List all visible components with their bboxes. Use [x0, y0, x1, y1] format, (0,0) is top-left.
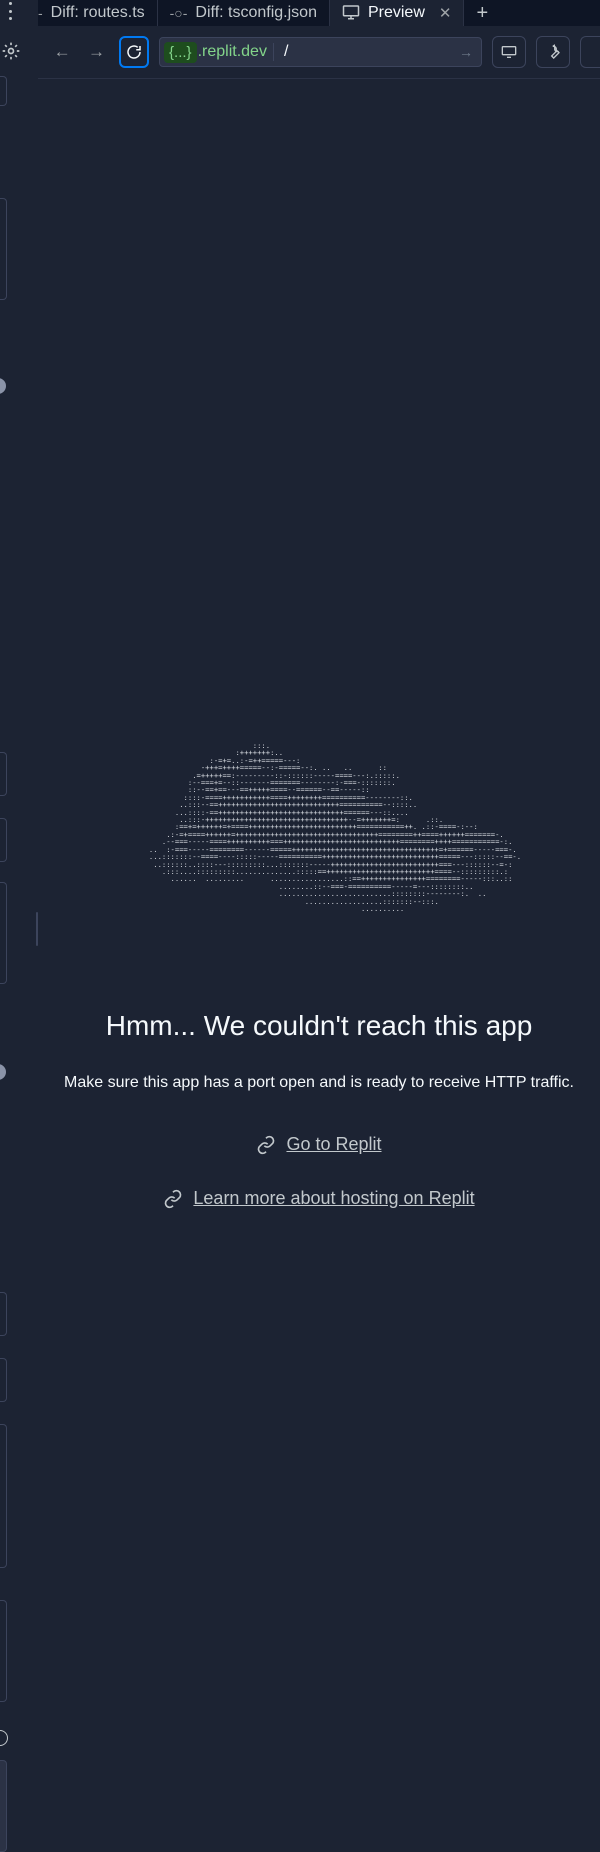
left-sidebar-strip	[0, 0, 39, 1852]
tab-bar: - Diff: routes.ts -○- Diff: tsconfig.jso…	[38, 0, 600, 27]
circle-icon[interactable]	[0, 1730, 8, 1746]
sidebar-card[interactable]	[0, 882, 7, 984]
sidebar-card[interactable]	[0, 1358, 7, 1402]
learn-more-hosting-link[interactable]: Learn more about hosting on Replit	[193, 1188, 474, 1209]
forward-icon[interactable]: →	[82, 37, 110, 67]
cloud-ascii-art: :::. :+++++++:.. :-=+=..:-=++=====---: -…	[100, 742, 570, 972]
arrow-right-icon[interactable]: →	[459, 44, 481, 60]
tab-diff-routes[interactable]: - Diff: routes.ts	[38, 0, 158, 26]
address-bar: ← → {...} .replit.dev / →	[38, 26, 600, 79]
more-options-icon[interactable]	[7, 2, 13, 20]
sidebar-card[interactable]	[0, 818, 7, 862]
sidebar-card[interactable]	[0, 1292, 7, 1336]
error-headline: Hmm... We couldn't reach this app	[105, 1010, 533, 1041]
link-icon	[165, 1189, 182, 1208]
tab-diff-tsconfig[interactable]: -○- Diff: tsconfig.json	[158, 0, 330, 26]
close-icon[interactable]: ✕	[439, 4, 452, 22]
devices-button[interactable]	[491, 36, 527, 68]
commit-icon: -	[38, 5, 43, 21]
monitor-icon	[342, 4, 360, 23]
sidebar-card[interactable]	[0, 198, 7, 300]
url-badge: {...}	[164, 41, 197, 63]
link-icon	[258, 1135, 275, 1154]
avatar	[0, 378, 6, 394]
tab-label: Diff: routes.ts	[50, 4, 145, 21]
url-path[interactable]: /	[274, 43, 459, 61]
sidebar-card[interactable]	[0, 76, 7, 106]
learn-more-row: Learn more about hosting on Replit	[38, 1188, 600, 1209]
commit-icon: -○-	[169, 5, 188, 21]
tab-preview[interactable]: Preview ✕	[329, 0, 465, 26]
monitor-icon	[501, 46, 517, 58]
sidebar-card[interactable]	[0, 1600, 7, 1702]
go-to-replit-link[interactable]: Go to Replit	[286, 1134, 381, 1155]
sidebar-card[interactable]	[0, 1760, 7, 1852]
back-icon[interactable]: ←	[48, 37, 76, 67]
more-button[interactable]	[580, 36, 600, 68]
tab-label: Preview	[367, 4, 425, 21]
sidebar-card[interactable]	[0, 1424, 7, 1568]
url-domain: .replit.dev	[197, 43, 274, 61]
add-tab-button[interactable]: +	[464, 2, 500, 25]
devtools-button[interactable]	[536, 36, 571, 68]
reload-icon	[127, 45, 141, 59]
gear-icon[interactable]	[0, 40, 22, 62]
avatar	[0, 1064, 6, 1080]
url-field[interactable]: {...} .replit.dev / →	[159, 37, 482, 67]
go-to-replit-row: Go to Replit	[38, 1134, 600, 1155]
error-message: Make sure this app has a port open and i…	[64, 1074, 574, 1091]
wrench-icon	[550, 44, 560, 59]
tab-label: Diff: tsconfig.json	[195, 4, 317, 21]
ascii-art-text: :::. :+++++++:.. :-=+=..:-=++=====---: -…	[148, 741, 522, 913]
sidebar-card[interactable]	[0, 752, 7, 796]
reload-button[interactable]	[118, 36, 150, 68]
